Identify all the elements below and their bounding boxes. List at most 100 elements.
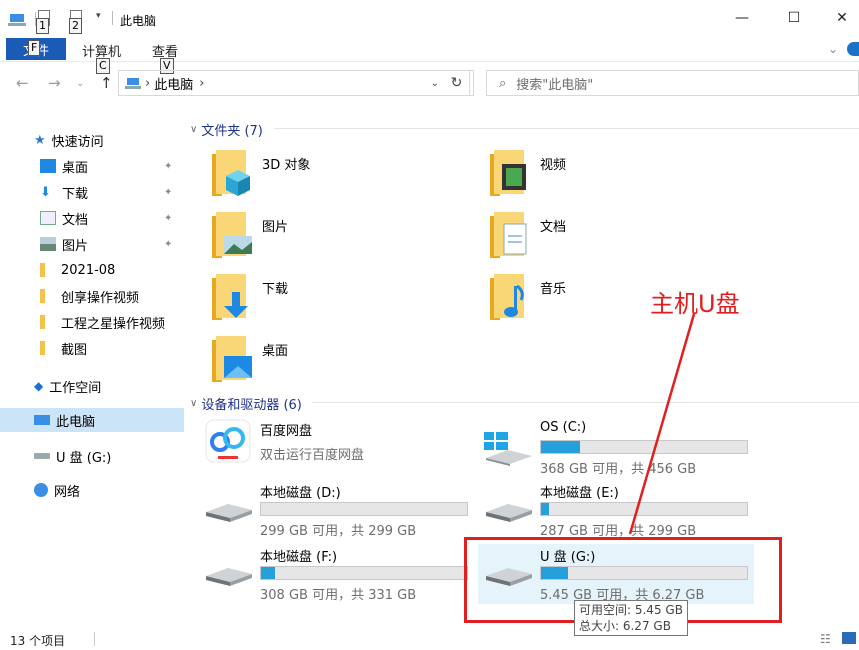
folder-item-videos[interactable]: 视频 [490,150,770,210]
folder-label: 桌面 [262,344,289,359]
pin-icon[interactable]: ✦ [164,213,172,224]
ribbon-expand-icon[interactable]: ⌄ [828,42,838,56]
pin-icon[interactable]: ✦ [164,239,172,250]
star-icon: ★ [34,133,46,148]
search-placeholder: 搜索"此电脑" [516,77,594,93]
folder-item-pictures[interactable]: 图片 [212,212,492,272]
back-arrow-icon[interactable]: ← [16,74,29,92]
hard-drive-icon [206,568,252,586]
drive-usage-fill [541,503,550,515]
sidebar-item-this-pc[interactable]: 此电脑 [0,408,184,432]
network-icon [34,483,48,497]
usb-drive-icon [34,453,50,459]
annotation-label: 主机U盘 [650,290,740,318]
folder-label: 图片 [262,220,289,235]
drive-info: 308 GB 可用，共 331 GB [260,588,417,603]
sidebar-item-label: 此电脑 [56,414,96,430]
section-title: 设备和驱动器 (6) [201,398,302,413]
sidebar-item-folder-2021-08[interactable]: 2021-08 [0,258,184,282]
sidebar-item-label: 工程之星操作视频 [61,316,166,332]
keytip-qa2: 2 [69,18,82,34]
sidebar-item-folder-chuangxiang[interactable]: 创享操作视频 [0,284,184,308]
downloads-folder-icon [212,274,248,320]
search-input[interactable]: ⌕ 搜索"此电脑" [486,70,859,96]
keytip-file: F [28,40,41,56]
folder-item-3d-objects[interactable]: 3D 对象 [212,150,492,210]
download-icon: ⬇ [40,185,51,200]
sidebar-item-label: 工作空间 [49,380,102,396]
up-arrow-icon[interactable]: ↑ [100,74,113,92]
pin-icon[interactable]: ✦ [164,187,172,198]
sidebar-item-network[interactable]: 网络 [0,478,184,502]
address-dropdown-icon[interactable]: ⌄ [431,78,439,89]
sidebar-item-usb-drive[interactable]: U 盘 (G:) [0,444,184,468]
sidebar-item-pictures[interactable]: 图片 ✦ [0,232,184,256]
sidebar-item-folder-screenshots[interactable]: 截图 [0,336,184,360]
baidu-netdisk-icon [205,419,251,463]
sidebar-item-workspace[interactable]: ◆ 工作空间 [0,374,184,398]
large-icons-view-icon[interactable] [842,632,856,644]
folder-item-downloads[interactable]: 下载 [212,274,492,334]
drive-label: 百度网盘 [260,424,313,439]
folder-label: 视频 [540,158,567,173]
sidebar-item-downloads[interactable]: ⬇ 下载 ✦ [0,180,184,204]
help-icon[interactable] [847,42,859,56]
status-bar: 13 个项目 ☷ [0,628,859,650]
sidebar-item-quick-access[interactable]: ★ 快速访问 [0,128,184,152]
drive-item-baidu-netdisk[interactable]: 百度网盘 双击运行百度网盘 [204,418,494,478]
drive-label: OS (C:) [540,420,587,435]
details-view-icon[interactable]: ☷ [820,632,831,646]
minimize-button[interactable]: — [720,4,764,32]
folder-icon [40,341,45,355]
recent-locations-icon[interactable]: ⌄ [76,78,84,89]
sidebar-item-folder-gongchengzhixing[interactable]: 工程之星操作视频 [0,310,184,334]
sidebar-item-label: 截图 [61,342,88,358]
desktop-folder-icon [212,336,252,382]
drive-usage-fill [261,567,276,579]
section-header-folders[interactable]: ∨ 文件夹 (7) [190,120,263,139]
drive-item-f[interactable]: 本地磁盘 (F:) 308 GB 可用，共 331 GB [204,544,494,604]
close-button[interactable]: ✕ [820,4,859,32]
folder-item-desktop[interactable]: 桌面 [212,336,492,396]
picture-icon [40,237,56,251]
section-divider [312,402,859,403]
desktop-icon [40,159,56,173]
section-divider [274,128,859,129]
sidebar-item-label: 下载 [62,186,89,202]
video-folder-icon [490,150,526,196]
3d-objects-folder-icon [212,150,250,196]
search-icon: ⌕ [499,75,507,91]
pin-icon[interactable]: ✦ [164,161,172,172]
maximize-button[interactable]: ☐ [772,4,816,32]
breadcrumb[interactable]: 此电脑 [154,74,193,93]
breadcrumb-separator-icon: › [145,75,151,91]
chevron-down-icon: ∨ [190,124,198,135]
sidebar-item-documents[interactable]: 文档 ✦ [0,206,184,230]
sidebar-item-desktop[interactable]: 桌面 ✦ [0,154,184,178]
address-bar[interactable]: › 此电脑 › ⌄ [118,70,470,96]
annotation-arrow [628,313,696,535]
sidebar-item-label: 文档 [62,212,89,228]
folder-icon [40,289,45,303]
windows-drive-icon [484,432,532,466]
drive-item-d[interactable]: 本地磁盘 (D:) 299 GB 可用，共 299 GB [204,480,494,540]
hard-drive-icon [486,504,532,522]
drive-usage-bar [260,502,468,516]
title-bar: 1 2 ▾ 此电脑 — ☐ ✕ [0,0,859,36]
folder-label: 下载 [262,282,289,297]
section-header-devices[interactable]: ∨ 设备和驱动器 (6) [190,394,302,413]
sidebar-item-label: 图片 [62,238,89,254]
window-title: 此电脑 [120,14,157,28]
refresh-button[interactable]: ↻ [440,70,474,96]
sidebar-item-label: U 盘 (G:) [56,450,112,466]
quick-access-dropdown-icon[interactable]: ▾ [96,11,101,21]
workspace-icon: ◆ [34,379,44,393]
forward-arrow-icon[interactable]: → [48,74,61,92]
computer-icon [34,415,50,425]
computer-icon [125,78,141,89]
drive-label: 本地磁盘 (F:) [260,550,338,565]
navigation-bar: ← → ⌄ ↑ › 此电脑 › ⌄ ↻ ⌕ 搜索"此电脑" [0,66,859,100]
folder-item-documents[interactable]: 文档 [490,212,770,272]
drive-label: 本地磁盘 (D:) [260,486,341,501]
document-icon [40,211,56,225]
